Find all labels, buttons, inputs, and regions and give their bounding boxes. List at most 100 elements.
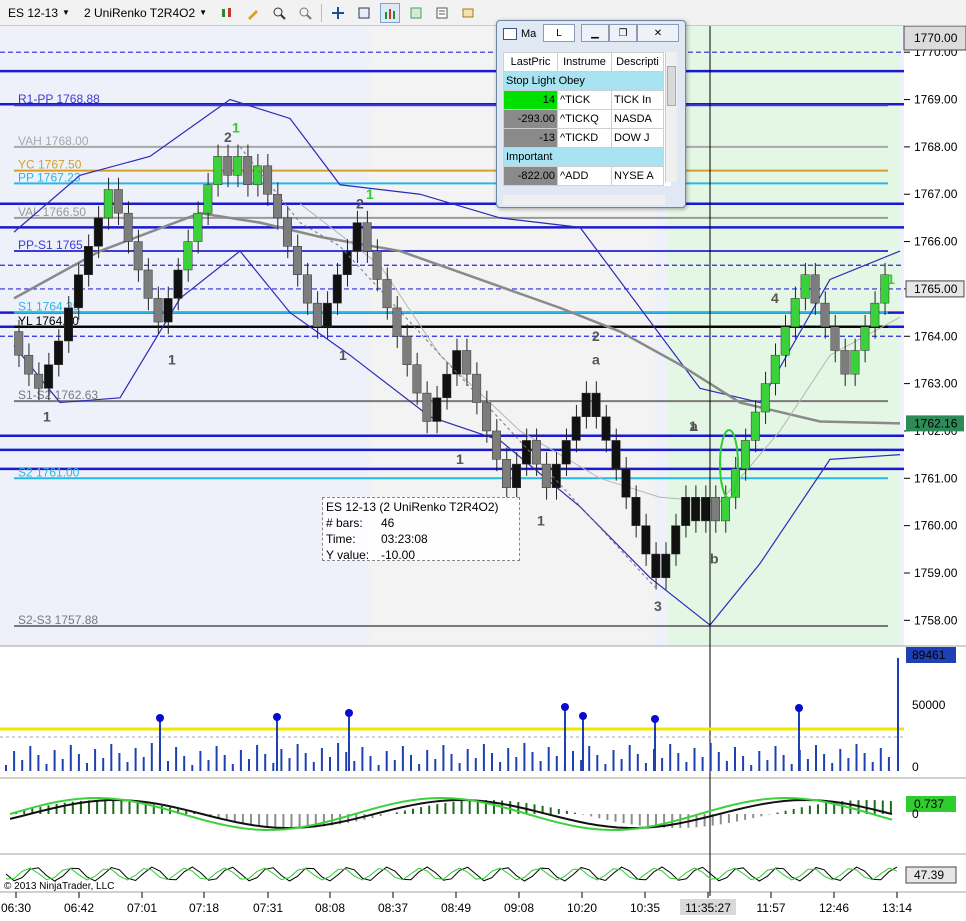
renko-bar[interactable] bbox=[760, 383, 770, 413]
renko-bar[interactable] bbox=[551, 463, 561, 489]
renko-bar[interactable] bbox=[93, 217, 103, 247]
renko-bar[interactable] bbox=[193, 212, 203, 242]
renko-bar[interactable] bbox=[153, 298, 163, 323]
renko-bar[interactable] bbox=[541, 463, 551, 489]
renko-bar[interactable] bbox=[253, 165, 263, 186]
renko-bar[interactable] bbox=[571, 416, 581, 441]
renko-bar[interactable] bbox=[203, 184, 213, 214]
renko-bar[interactable] bbox=[24, 354, 34, 375]
renko-bar[interactable] bbox=[83, 246, 93, 275]
renko-bar[interactable] bbox=[641, 525, 651, 555]
renko-bar[interactable] bbox=[442, 373, 452, 399]
renko-bar[interactable] bbox=[750, 411, 760, 441]
renko-bar[interactable] bbox=[561, 440, 571, 465]
indicators-icon[interactable] bbox=[380, 2, 401, 23]
renko-bar[interactable] bbox=[770, 354, 780, 384]
renko-bar[interactable] bbox=[452, 350, 462, 375]
renko-bar[interactable] bbox=[511, 463, 521, 489]
renko-bar[interactable] bbox=[34, 373, 44, 389]
renko-bar[interactable] bbox=[422, 392, 432, 422]
renko-bar[interactable] bbox=[721, 496, 730, 522]
candlestick-style-icon[interactable] bbox=[217, 3, 237, 23]
renko-bar[interactable] bbox=[183, 241, 193, 271]
column-header-instrument[interactable]: Instrume bbox=[557, 52, 612, 72]
properties-icon[interactable] bbox=[432, 3, 452, 23]
renko-bar[interactable] bbox=[531, 440, 541, 465]
renko-bar[interactable] bbox=[163, 298, 173, 323]
section-important[interactable]: Important bbox=[503, 147, 664, 167]
renko-bar[interactable] bbox=[681, 496, 691, 526]
renko-bar[interactable] bbox=[332, 274, 342, 304]
renko-bar[interactable] bbox=[312, 302, 322, 328]
renko-bar[interactable] bbox=[830, 326, 840, 351]
renko-bar[interactable] bbox=[820, 302, 830, 328]
renko-bar[interactable] bbox=[472, 373, 482, 403]
renko-bar[interactable] bbox=[521, 440, 531, 465]
renko-bar[interactable] bbox=[392, 307, 402, 337]
renko-bar[interactable] bbox=[601, 416, 611, 441]
chart-area[interactable]: R1-PP 1768.88VAH 1768.00YC 1767.50PP 176… bbox=[0, 26, 966, 921]
vertical-scrollbar[interactable] bbox=[665, 52, 677, 182]
horizontal-scrollbar[interactable] bbox=[503, 195, 665, 205]
renko-bar[interactable] bbox=[243, 156, 253, 186]
renko-bar[interactable] bbox=[173, 269, 183, 299]
crosshair-icon[interactable] bbox=[328, 3, 348, 23]
renko-bar[interactable] bbox=[850, 350, 860, 375]
table-row[interactable]: -293.00 ^TICKQ NASDA bbox=[503, 109, 664, 129]
renko-bar[interactable] bbox=[870, 302, 880, 328]
renko-bar[interactable] bbox=[412, 364, 422, 394]
renko-bar[interactable] bbox=[810, 274, 820, 304]
renko-bar[interactable] bbox=[621, 468, 631, 498]
renko-bar[interactable] bbox=[233, 156, 243, 176]
renko-bar[interactable] bbox=[701, 496, 711, 522]
renko-bar[interactable] bbox=[223, 156, 233, 176]
renko-bar[interactable] bbox=[740, 440, 750, 470]
section-stop-light[interactable]: Stop Light Obey bbox=[503, 71, 664, 91]
renko-bar[interactable] bbox=[44, 364, 54, 389]
instrument-selector[interactable]: ES 12-13 ▼ bbox=[4, 4, 74, 22]
renko-bar[interactable] bbox=[123, 212, 133, 242]
renko-bar[interactable] bbox=[671, 525, 681, 555]
table-row[interactable]: -822.00 ^ADD NYSE A bbox=[503, 166, 664, 186]
drawing-tool-icon[interactable] bbox=[243, 3, 263, 23]
renko-bar[interactable] bbox=[661, 553, 671, 578]
renko-bar[interactable] bbox=[492, 430, 502, 460]
strategies-icon[interactable] bbox=[406, 3, 426, 23]
renko-bar[interactable] bbox=[402, 336, 412, 365]
renko-bar[interactable] bbox=[302, 274, 312, 304]
renko-bar[interactable] bbox=[840, 350, 850, 375]
renko-bar[interactable] bbox=[342, 250, 352, 275]
renko-bar[interactable] bbox=[263, 165, 273, 195]
renko-bar[interactable] bbox=[352, 222, 362, 252]
renko-bar[interactable] bbox=[143, 269, 153, 299]
renko-bar[interactable] bbox=[103, 189, 113, 219]
renko-bar[interactable] bbox=[54, 340, 64, 365]
column-header-description[interactable]: Descripti bbox=[611, 52, 664, 72]
renko-bar[interactable] bbox=[362, 222, 372, 252]
zoom-out-icon[interactable] bbox=[295, 3, 315, 23]
renko-bar[interactable] bbox=[790, 298, 800, 328]
renko-bar[interactable] bbox=[133, 241, 143, 271]
renko-bar[interactable] bbox=[860, 326, 870, 351]
renko-bar[interactable] bbox=[64, 307, 73, 342]
renko-bar[interactable] bbox=[372, 250, 382, 280]
renko-bar[interactable] bbox=[482, 402, 492, 432]
table-row[interactable]: 14 ^TICK TICK In bbox=[503, 90, 664, 110]
renko-bar[interactable] bbox=[631, 496, 641, 526]
renko-bar[interactable] bbox=[502, 459, 511, 489]
renko-bar[interactable] bbox=[711, 496, 721, 522]
renko-bar[interactable] bbox=[273, 193, 283, 219]
renko-bar[interactable] bbox=[462, 350, 472, 375]
restore-icon[interactable]: ❐ bbox=[609, 24, 637, 42]
renko-bar[interactable] bbox=[581, 392, 591, 417]
renko-bar[interactable] bbox=[283, 217, 292, 247]
column-header-lastprice[interactable]: LastPric bbox=[503, 52, 558, 72]
renko-bar[interactable] bbox=[73, 274, 83, 309]
renko-bar[interactable] bbox=[800, 274, 810, 299]
renko-bar[interactable] bbox=[611, 440, 621, 470]
zoom-in-icon[interactable] bbox=[269, 3, 289, 23]
snapshot-icon[interactable] bbox=[354, 3, 374, 23]
renko-bar[interactable] bbox=[651, 553, 661, 578]
link-button[interactable]: L bbox=[543, 24, 575, 42]
renko-bar[interactable] bbox=[322, 302, 332, 328]
